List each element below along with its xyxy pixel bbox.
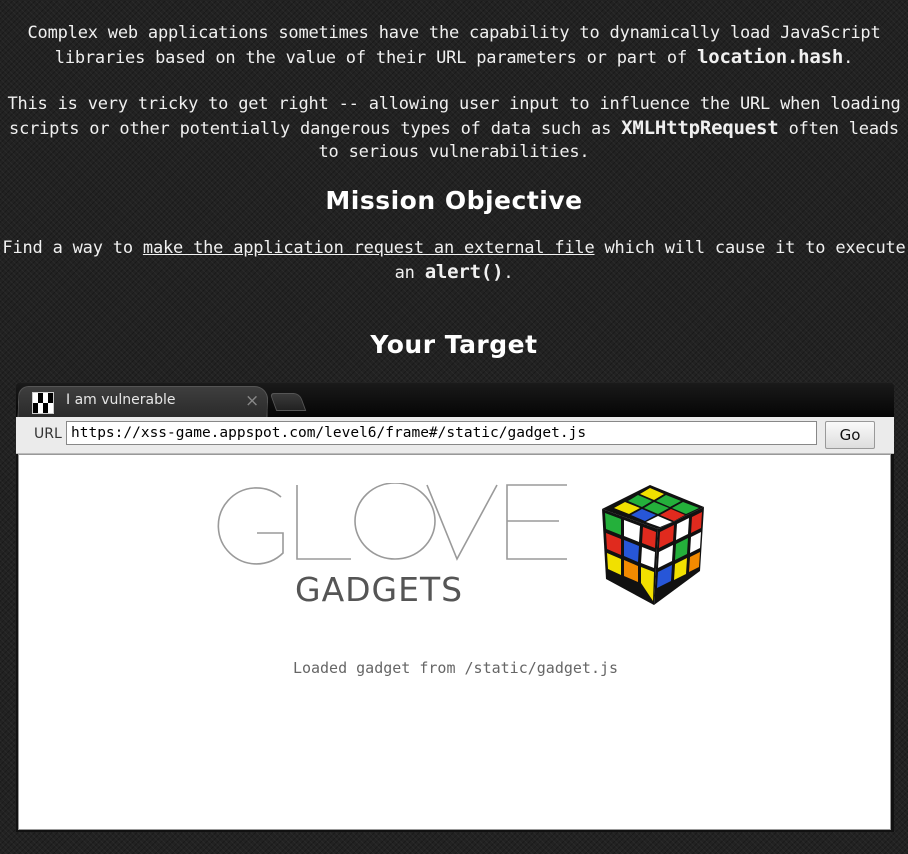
rubiks-cube-icon [602, 485, 704, 605]
tab-close-icon[interactable]: × [245, 391, 259, 411]
go-button[interactable]: Go [825, 421, 875, 449]
logo-subtext: GADGETS [295, 570, 463, 609]
intro-paragraph-1: Complex web applications sometimes have … [0, 22, 908, 70]
objective-text: . [503, 262, 514, 283]
code-alert: alert() [424, 260, 504, 283]
url-input[interactable] [66, 421, 817, 445]
code-xmlhttprequest: XMLHttpRequest [621, 116, 779, 139]
your-target-heading: Your Target [370, 330, 538, 359]
new-tab-button[interactable] [269, 393, 307, 411]
objective-link: make the application request an external… [142, 238, 595, 258]
intro-paragraph-2: This is very tricky to get right -- allo… [0, 93, 908, 165]
mission-objective-heading: Mission Objective [325, 186, 583, 215]
tab-strip: I am vulnerable × [16, 383, 894, 418]
objective-text: Find a way to [2, 238, 143, 258]
glove-gadgets-logo: GADGETS [217, 483, 567, 609]
loaded-status-text: Loaded gadget from /static/gadget.js [292, 659, 619, 677]
address-toolbar: URL Go [16, 417, 894, 454]
url-label: URL [34, 426, 62, 442]
page-frame: GADGETS Loaded gadget from /static/gadge… [18, 454, 891, 830]
tab-title: I am vulnerable [66, 392, 176, 408]
favicon-icon [32, 392, 54, 414]
objective-paragraph: Find a way to make the application reque… [0, 237, 908, 285]
intro-text: . [843, 47, 854, 68]
code-location-hash: location.hash [697, 45, 844, 68]
browser-window: I am vulnerable × URL Go GADGETS [16, 383, 894, 832]
